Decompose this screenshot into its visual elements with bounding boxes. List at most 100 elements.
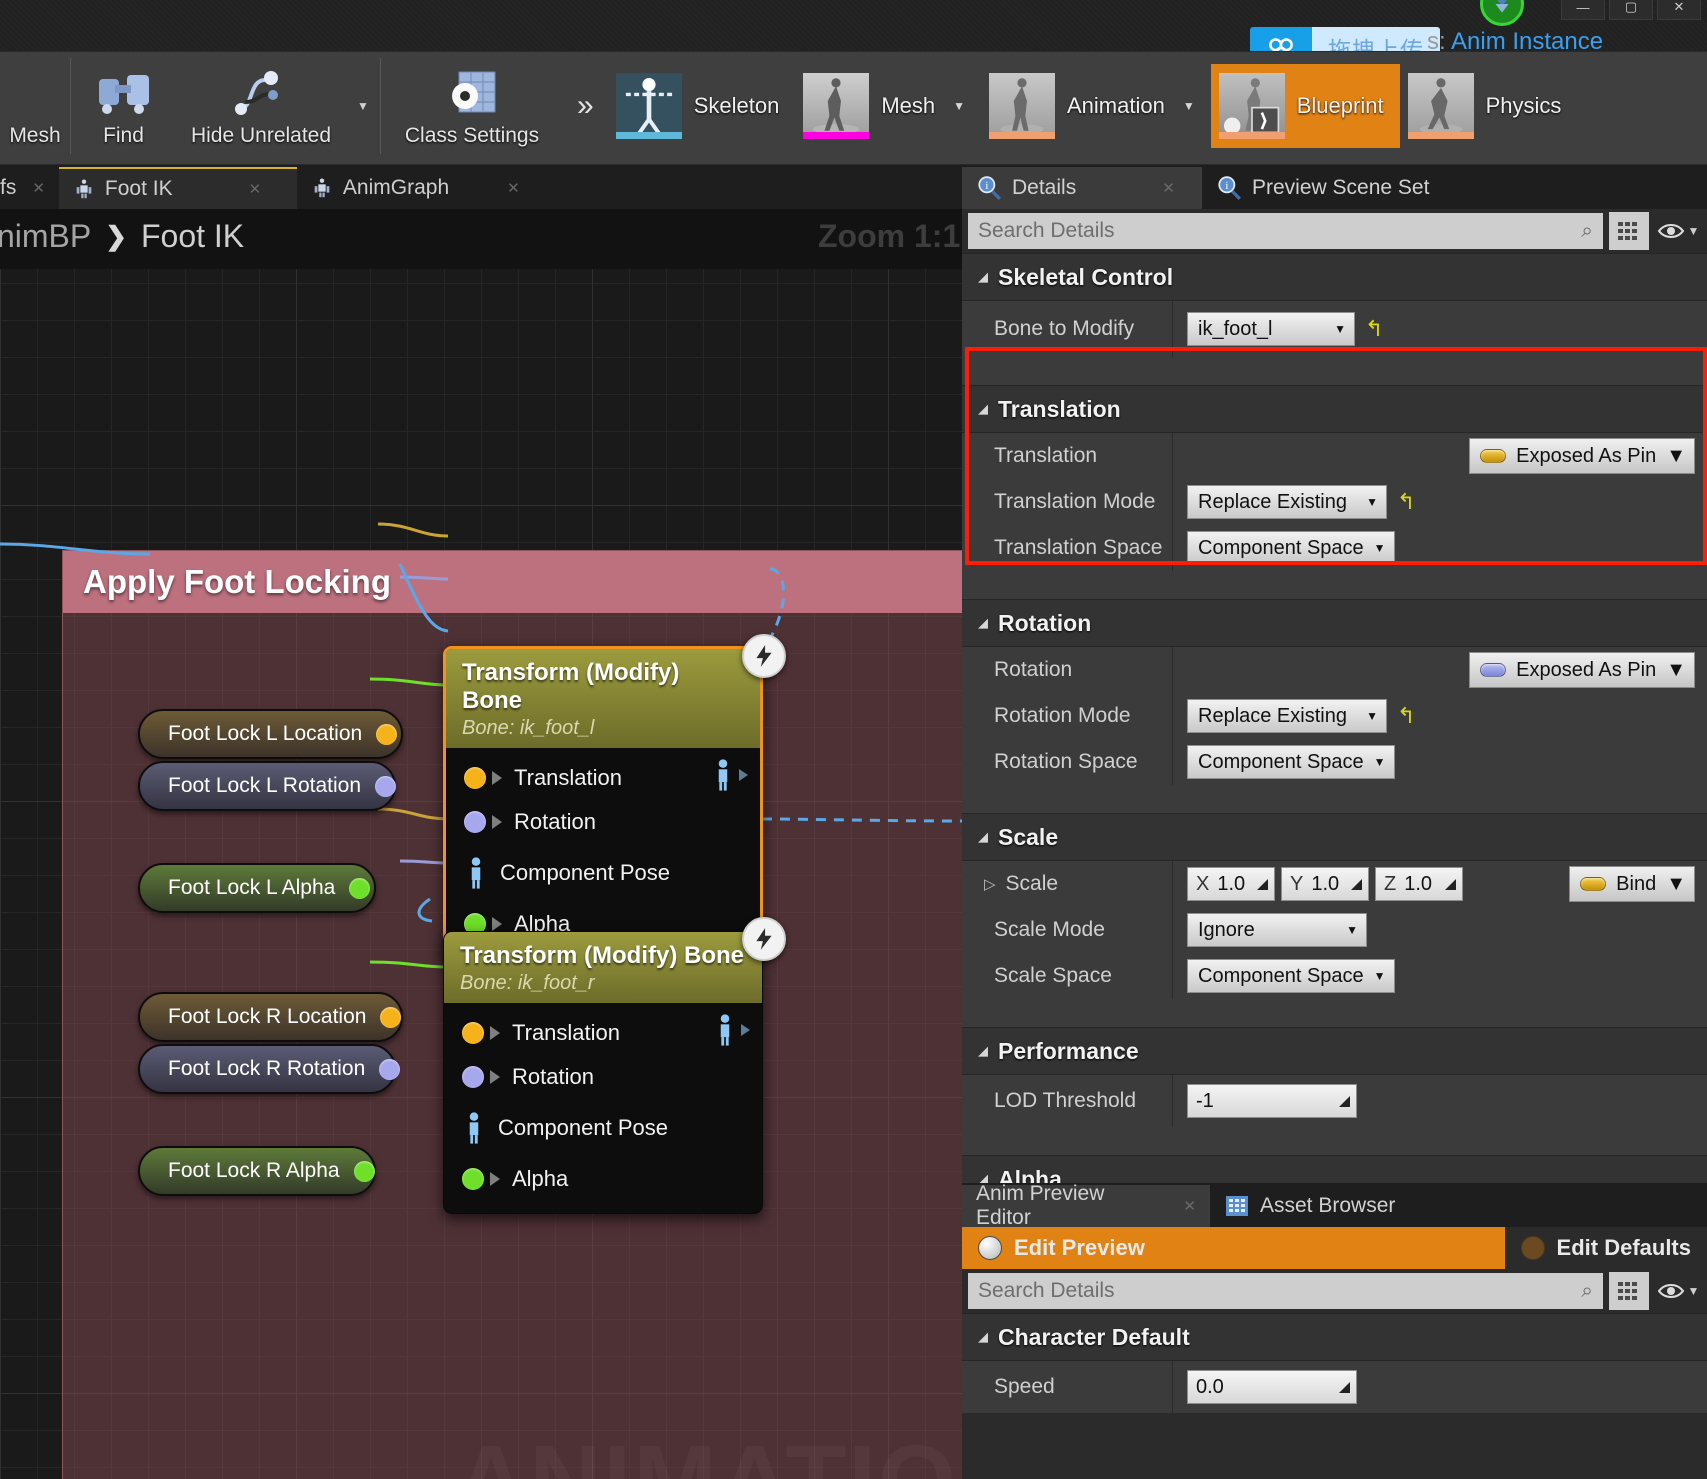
section-character-default[interactable]: ◢ Character Default xyxy=(962,1313,1707,1361)
mode-animation[interactable]: Animation ▼ xyxy=(981,64,1211,148)
hide-unrelated-dropdown[interactable]: ▼ xyxy=(346,52,380,160)
breadcrumb-current[interactable]: Foot IK xyxy=(141,218,244,255)
tab-details[interactable]: i Details ✕ xyxy=(962,167,1202,209)
mode-skeleton[interactable]: Skeleton xyxy=(608,64,796,148)
section-skeletal-control[interactable]: ◢ Skeletal Control xyxy=(962,253,1707,301)
scale-space-combo[interactable]: Component Space ▼ xyxy=(1187,959,1395,993)
node-pin-component-pose[interactable]: Component Pose xyxy=(446,844,760,902)
translation-exposed-as-pin-button[interactable]: Exposed As Pin ▼ xyxy=(1469,438,1695,474)
speed-field[interactable]: 0.0 xyxy=(1187,1370,1357,1404)
variable-foot-lock-l-alpha[interactable]: Foot Lock L Alpha xyxy=(138,863,376,913)
section-performance[interactable]: ◢ Performance xyxy=(962,1027,1707,1075)
collapse-triangle-icon[interactable]: ◢ xyxy=(978,829,988,845)
hide-unrelated-button[interactable]: Hide Unrelated xyxy=(176,52,346,160)
variable-output-pin[interactable] xyxy=(375,775,396,797)
pin-dot-icon[interactable] xyxy=(464,767,486,789)
pin-dot-icon[interactable] xyxy=(462,1022,484,1044)
revert-icon[interactable]: ↰ xyxy=(1397,703,1415,729)
bottom-grid-view-button[interactable] xyxy=(1609,1272,1649,1310)
variable-output-pin[interactable] xyxy=(353,1160,375,1182)
expand-triangle-icon[interactable]: ▷ xyxy=(984,875,996,893)
close-button[interactable]: ✕ xyxy=(1657,0,1701,20)
tab-anim-preview-editor-close-icon[interactable]: ✕ xyxy=(1183,1197,1196,1215)
node-pin-translation[interactable]: Translation xyxy=(444,1011,762,1055)
lod-threshold-field[interactable]: -1 xyxy=(1187,1084,1357,1118)
pose-pin-icon[interactable] xyxy=(462,1111,486,1145)
rotation-exposed-as-pin-button[interactable]: Exposed As Pin ▼ xyxy=(1469,652,1695,688)
collapse-triangle-icon[interactable]: ◢ xyxy=(978,615,988,631)
scale-bind-button[interactable]: Bind ▼ xyxy=(1569,866,1695,902)
node-transform-modify-bone-l[interactable]: Transform (Modify) Bone Bone: ik_foot_l … xyxy=(443,646,763,961)
bone-to-modify-combo[interactable]: ik_foot_l ▼ xyxy=(1187,312,1355,346)
variable-foot-lock-r-rotation[interactable]: Foot Lock R Rotation xyxy=(138,1044,401,1094)
rotation-mode-combo[interactable]: Replace Existing ▼ xyxy=(1187,699,1387,733)
node-pin-component-pose[interactable]: Component Pose xyxy=(444,1099,762,1157)
scale-z-field[interactable]: Z 1.0 xyxy=(1375,867,1463,901)
tab-partial[interactable]: fs ✕ xyxy=(0,167,59,209)
mode-physics[interactable]: Physics xyxy=(1400,64,1578,148)
rotation-space-combo[interactable]: Component Space ▼ xyxy=(1187,745,1395,779)
tab-foot-ik-close-icon[interactable]: ✕ xyxy=(249,180,262,198)
node-output-pose-pin[interactable] xyxy=(711,758,748,792)
pose-pin-icon[interactable] xyxy=(464,856,488,890)
section-rotation[interactable]: ◢ Rotation xyxy=(962,599,1707,647)
blueprint-graph-canvas[interactable]: ANIMATION Apply Foot Locking xyxy=(0,209,962,1479)
comment-header[interactable]: Apply Foot Locking xyxy=(63,551,962,613)
variable-foot-lock-r-alpha[interactable]: Foot Lock R Alpha xyxy=(138,1146,376,1196)
revert-icon[interactable]: ↰ xyxy=(1397,489,1415,515)
node-transform-modify-bone-r[interactable]: Transform (Modify) Bone Bone: ik_foot_r … xyxy=(443,931,763,1214)
node-output-pose-pin[interactable] xyxy=(713,1013,750,1047)
minimize-button[interactable]: — xyxy=(1561,0,1605,20)
pin-dot-icon[interactable] xyxy=(464,811,486,833)
collapse-triangle-icon[interactable]: ◢ xyxy=(978,1043,988,1059)
mode-mesh[interactable]: Mesh ▼ xyxy=(795,64,981,148)
mode-mesh-dropdown-icon[interactable]: ▼ xyxy=(953,99,965,113)
bottom-search-input[interactable]: Search Details ⌕ xyxy=(968,1273,1603,1309)
pin-dot-icon[interactable] xyxy=(462,1066,484,1088)
node-pin-translation[interactable]: Translation xyxy=(446,756,760,800)
class-settings-button[interactable]: Class Settings xyxy=(381,52,563,160)
tab-preview-scene-settings[interactable]: i Preview Scene Set xyxy=(1202,167,1452,209)
tab-anim-preview-editor[interactable]: Anim Preview Editor ✕ xyxy=(962,1182,1210,1229)
find-button[interactable]: Find xyxy=(71,52,176,160)
variable-foot-lock-r-location[interactable]: Foot Lock R Location xyxy=(138,992,403,1042)
details-visibility-button[interactable]: ▼ xyxy=(1655,212,1701,250)
variable-output-pin[interactable] xyxy=(376,723,398,745)
maximize-button[interactable]: ▢ xyxy=(1609,0,1653,20)
variable-foot-lock-l-location[interactable]: Foot Lock L Location xyxy=(138,709,403,759)
revert-icon[interactable]: ↰ xyxy=(1365,316,1383,342)
scale-mode-combo[interactable]: Ignore ▼ xyxy=(1187,913,1367,947)
collapse-triangle-icon[interactable]: ◢ xyxy=(978,401,988,417)
mode-blueprint[interactable]: Blueprint xyxy=(1210,64,1400,148)
variable-output-pin[interactable] xyxy=(380,1006,402,1028)
tab-animgraph[interactable]: AnimGraph ✕ xyxy=(297,167,539,209)
collapse-triangle-icon[interactable]: ◢ xyxy=(978,1329,988,1345)
scale-x-field[interactable]: X 1.0 xyxy=(1187,867,1275,901)
radio-edit-defaults[interactable]: Edit Defaults xyxy=(1505,1227,1707,1269)
translation-space-combo[interactable]: Component Space ▼ xyxy=(1187,531,1395,565)
node-pin-rotation[interactable]: Rotation xyxy=(444,1055,762,1099)
radio-edit-preview[interactable]: Edit Preview xyxy=(962,1227,1505,1269)
node-pin-rotation[interactable]: Rotation xyxy=(446,800,760,844)
search-details-input[interactable]: Search Details ⌕ xyxy=(968,213,1603,249)
variable-output-pin[interactable] xyxy=(379,1058,401,1080)
tab-animgraph-close-icon[interactable]: ✕ xyxy=(507,179,520,197)
tab-asset-browser[interactable]: Asset Browser xyxy=(1210,1185,1450,1227)
section-scale[interactable]: ◢ Scale xyxy=(962,813,1707,861)
variable-output-pin[interactable] xyxy=(349,877,371,899)
tab-partial-close-icon[interactable]: ✕ xyxy=(32,179,45,197)
variable-foot-lock-l-rotation[interactable]: Foot Lock L Rotation xyxy=(138,761,396,811)
tab-foot-ik[interactable]: Foot IK ✕ xyxy=(58,167,297,209)
collapse-triangle-icon[interactable]: ◢ xyxy=(978,269,988,285)
node-pin-alpha[interactable]: Alpha xyxy=(444,1157,762,1201)
breadcrumb-root[interactable]: n_AnimBP xyxy=(0,218,91,255)
mode-animation-dropdown-icon[interactable]: ▼ xyxy=(1183,99,1195,113)
pin-dot-icon[interactable] xyxy=(462,1168,484,1190)
details-grid-view-button[interactable] xyxy=(1609,212,1649,250)
section-translation[interactable]: ◢ Translation xyxy=(962,385,1707,433)
translation-mode-combo[interactable]: Replace Existing ▼ xyxy=(1187,485,1387,519)
breadcrumb[interactable]: n_AnimBP ❯ Foot IK xyxy=(0,218,244,255)
toolbar-mesh-partial[interactable]: Mesh xyxy=(0,52,70,160)
bottom-visibility-button[interactable]: ▼ xyxy=(1655,1272,1701,1310)
toolbar-overflow-icon[interactable]: » xyxy=(563,52,608,160)
